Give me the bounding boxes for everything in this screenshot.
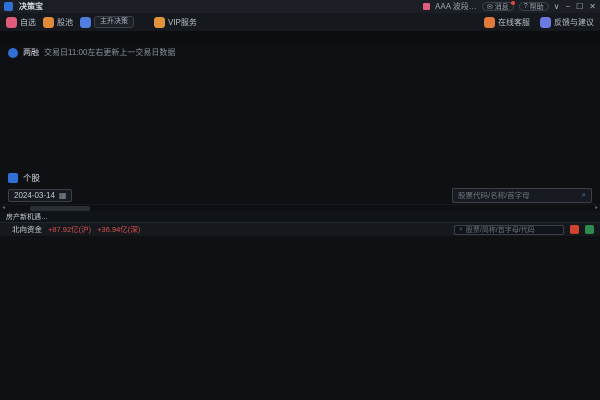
scrollbar-thumb[interactable] <box>30 206 90 211</box>
help-button[interactable]: ? 帮助 <box>519 2 549 11</box>
feedback-icon <box>540 17 551 28</box>
main-rise-icon <box>80 17 91 28</box>
message-badge <box>511 1 515 5</box>
stock-search-input[interactable]: 股票代码/名称/首字母 ⌕ <box>452 188 592 203</box>
stocks-section-header: 个股 <box>0 170 600 186</box>
stocks-section-icon <box>8 173 18 183</box>
vip-icon <box>154 17 165 28</box>
feedback-button[interactable]: 反馈与建议 <box>540 17 594 28</box>
date-value: 2024-03-14 <box>14 191 55 200</box>
statusbar-search-icon: ⌕ <box>459 226 463 234</box>
online-service-button[interactable]: 在线客服 <box>484 17 530 28</box>
favorites-icon <box>6 17 17 28</box>
info-row: 两融 交易日11:00左右更新上一交易日数据 <box>0 45 600 60</box>
northbound-hu: +87.92亿(沪) <box>48 224 91 235</box>
quick-tool-green-icon[interactable] <box>585 225 594 234</box>
scroll-left-icon[interactable]: ◂ <box>2 204 5 211</box>
account-avatar <box>423 3 430 10</box>
statusbar-search-placeholder: 股票/简称/首字母/代码 <box>466 225 535 235</box>
service-icon <box>484 17 495 28</box>
margin-badge-label: 两融 <box>23 47 39 58</box>
stock-pool-button[interactable]: 股池 <box>43 17 73 28</box>
search-icon: ⌕ <box>582 190 586 200</box>
minimize-button[interactable]: − <box>565 2 570 11</box>
collapse-button[interactable]: ∨ <box>554 2 560 11</box>
vip-button[interactable]: VIP服务 <box>154 17 197 28</box>
statusbar-search-input[interactable]: ⌕ 股票/简称/首字母/代码 <box>454 225 564 235</box>
northbound-shen: +36.94亿(深) <box>97 224 140 235</box>
charts-row <box>0 72 600 166</box>
message-icon: ✉ <box>487 3 493 11</box>
stocks-section-title: 个股 <box>23 172 40 184</box>
help-icon: ? <box>524 3 528 10</box>
app-logo-icon <box>4 2 13 11</box>
tab-bar <box>0 32 600 45</box>
scroll-right-icon[interactable]: ▸ <box>595 204 598 211</box>
main-rise-group: 主升决策 <box>80 16 134 28</box>
search-placeholder: 股票代码/名称/首字母 <box>458 190 530 201</box>
news-ticker: 房产新机遇… <box>0 211 600 222</box>
favorites-button[interactable]: 自选 <box>6 17 36 28</box>
quick-tool-red-icon[interactable] <box>570 225 579 234</box>
main-rise-button[interactable]: 主升决策 <box>94 16 134 28</box>
date-picker[interactable]: 2024-03-14 ▦ <box>8 189 72 202</box>
update-note: 交易日11:00左右更新上一交易日数据 <box>44 47 175 58</box>
ticker-label[interactable]: 房产新机遇… <box>6 212 48 222</box>
chart-legend <box>0 60 600 72</box>
status-bar: 北向资金 +87.92亿(沪) +36.94亿(深) ⌕ 股票/简称/首字母/代… <box>0 222 600 236</box>
stock-pool-icon <box>43 17 54 28</box>
title-bar: 决策宝 AAA 波段… ✉ 消息 ? 帮助 ∨ − ☐ ✕ <box>0 0 600 13</box>
app-title: 决策宝 <box>19 1 43 12</box>
calendar-icon: ▦ <box>59 191 67 200</box>
messages-button[interactable]: ✉ 消息 <box>482 2 514 11</box>
stocks-controls: 2024-03-14 ▦ 股票代码/名称/首字母 ⌕ <box>0 186 600 204</box>
toolbar: 自选 股池 主升决策 VIP服务 在线客服 反馈与建议 <box>0 13 600 32</box>
northbound-label: 北向资金 <box>12 224 42 235</box>
close-button[interactable]: ✕ <box>589 2 596 11</box>
maximize-button[interactable]: ☐ <box>576 2 583 11</box>
margin-badge-icon <box>8 48 18 58</box>
account-name[interactable]: AAA 波段… <box>435 1 477 12</box>
horizontal-scrollbar[interactable]: ◂ ▸ <box>0 204 600 211</box>
